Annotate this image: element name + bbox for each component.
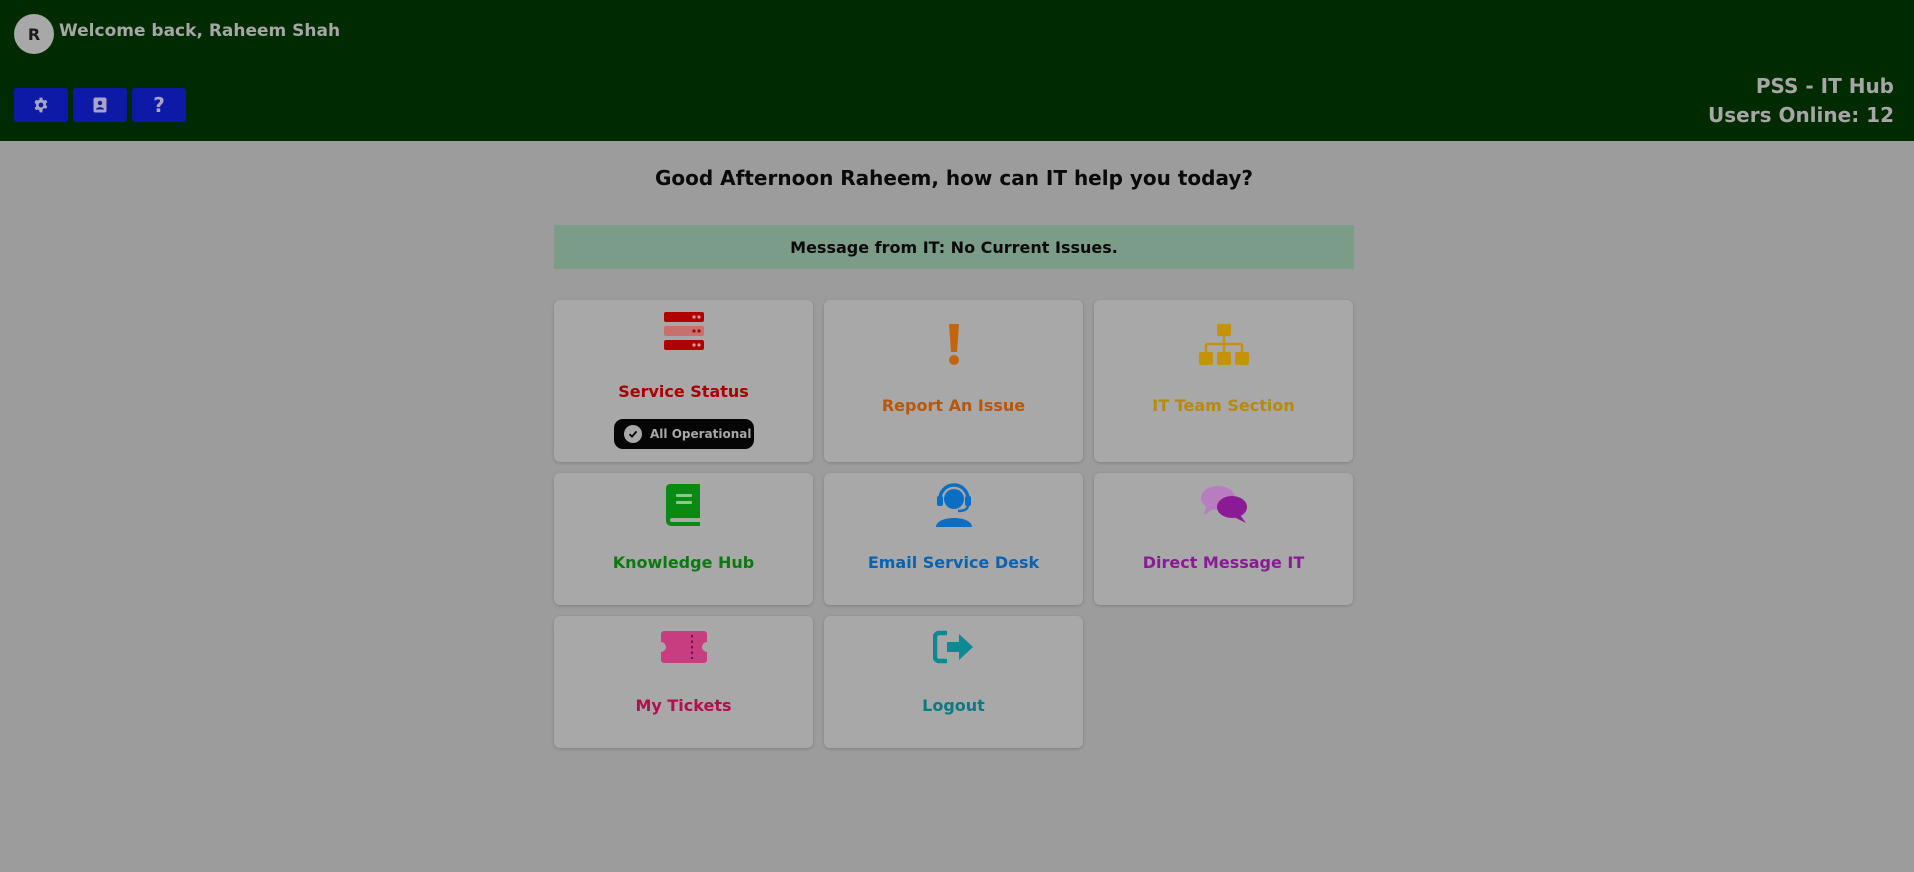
card-logout[interactable]: Logout — [824, 616, 1083, 748]
ticket-icon — [660, 631, 707, 663]
settings-button[interactable] — [14, 88, 68, 122]
welcome-message: Welcome back, Raheem Shah — [59, 21, 341, 41]
exclamation-icon — [948, 324, 959, 365]
status-badge: All Operational — [614, 419, 754, 449]
card-it-team-section[interactable]: IT Team Section — [1094, 300, 1353, 462]
headset-user-icon — [935, 483, 972, 527]
card-label: My Tickets — [635, 696, 732, 715]
server-icon — [663, 312, 704, 350]
card-report-issue[interactable]: Report An Issue — [824, 300, 1083, 462]
book-icon — [665, 484, 700, 526]
user-avatar[interactable]: R — [14, 14, 54, 54]
card-service-status[interactable]: Service Status All Operational — [554, 300, 813, 462]
address-book-button[interactable] — [73, 88, 127, 122]
card-label: Email Service Desk — [867, 553, 1040, 572]
chat-bubbles-icon — [1200, 486, 1247, 523]
check-circle-icon — [624, 425, 642, 443]
top-header: R Welcome back, Raheem Shah ? PSS - IT H… — [0, 0, 1914, 141]
it-message-banner: Message from IT: No Current Issues. — [554, 225, 1354, 269]
card-label: Logout — [922, 696, 985, 715]
help-button[interactable]: ? — [132, 88, 186, 122]
users-online-count: Users Online: 12 — [1708, 103, 1894, 127]
card-label: Report An Issue — [881, 396, 1026, 415]
brand-title: PSS - IT Hub — [1755, 74, 1894, 98]
brand-block: PSS - IT Hub Users Online: 12 — [1708, 72, 1894, 130]
card-knowledge-hub[interactable]: Knowledge Hub — [554, 473, 813, 605]
header-toolbar: ? — [14, 88, 186, 122]
org-chart-icon — [1198, 324, 1249, 365]
card-my-tickets[interactable]: My Tickets — [554, 616, 813, 748]
question-icon: ? — [153, 93, 165, 117]
status-text: All Operational — [650, 427, 752, 441]
card-label: Direct Message IT — [1142, 553, 1305, 572]
logout-icon — [932, 630, 973, 664]
card-direct-message-it[interactable]: Direct Message IT — [1094, 473, 1353, 605]
card-email-service-desk[interactable]: Email Service Desk — [824, 473, 1083, 605]
card-label: IT Team Section — [1152, 396, 1295, 415]
card-label: Service Status — [618, 382, 749, 401]
card-label: Knowledge Hub — [612, 553, 755, 572]
gear-icon — [34, 97, 48, 113]
page-greeting: Good Afternoon Raheem, how can IT help y… — [655, 166, 1253, 190]
address-book-icon — [93, 97, 107, 113]
